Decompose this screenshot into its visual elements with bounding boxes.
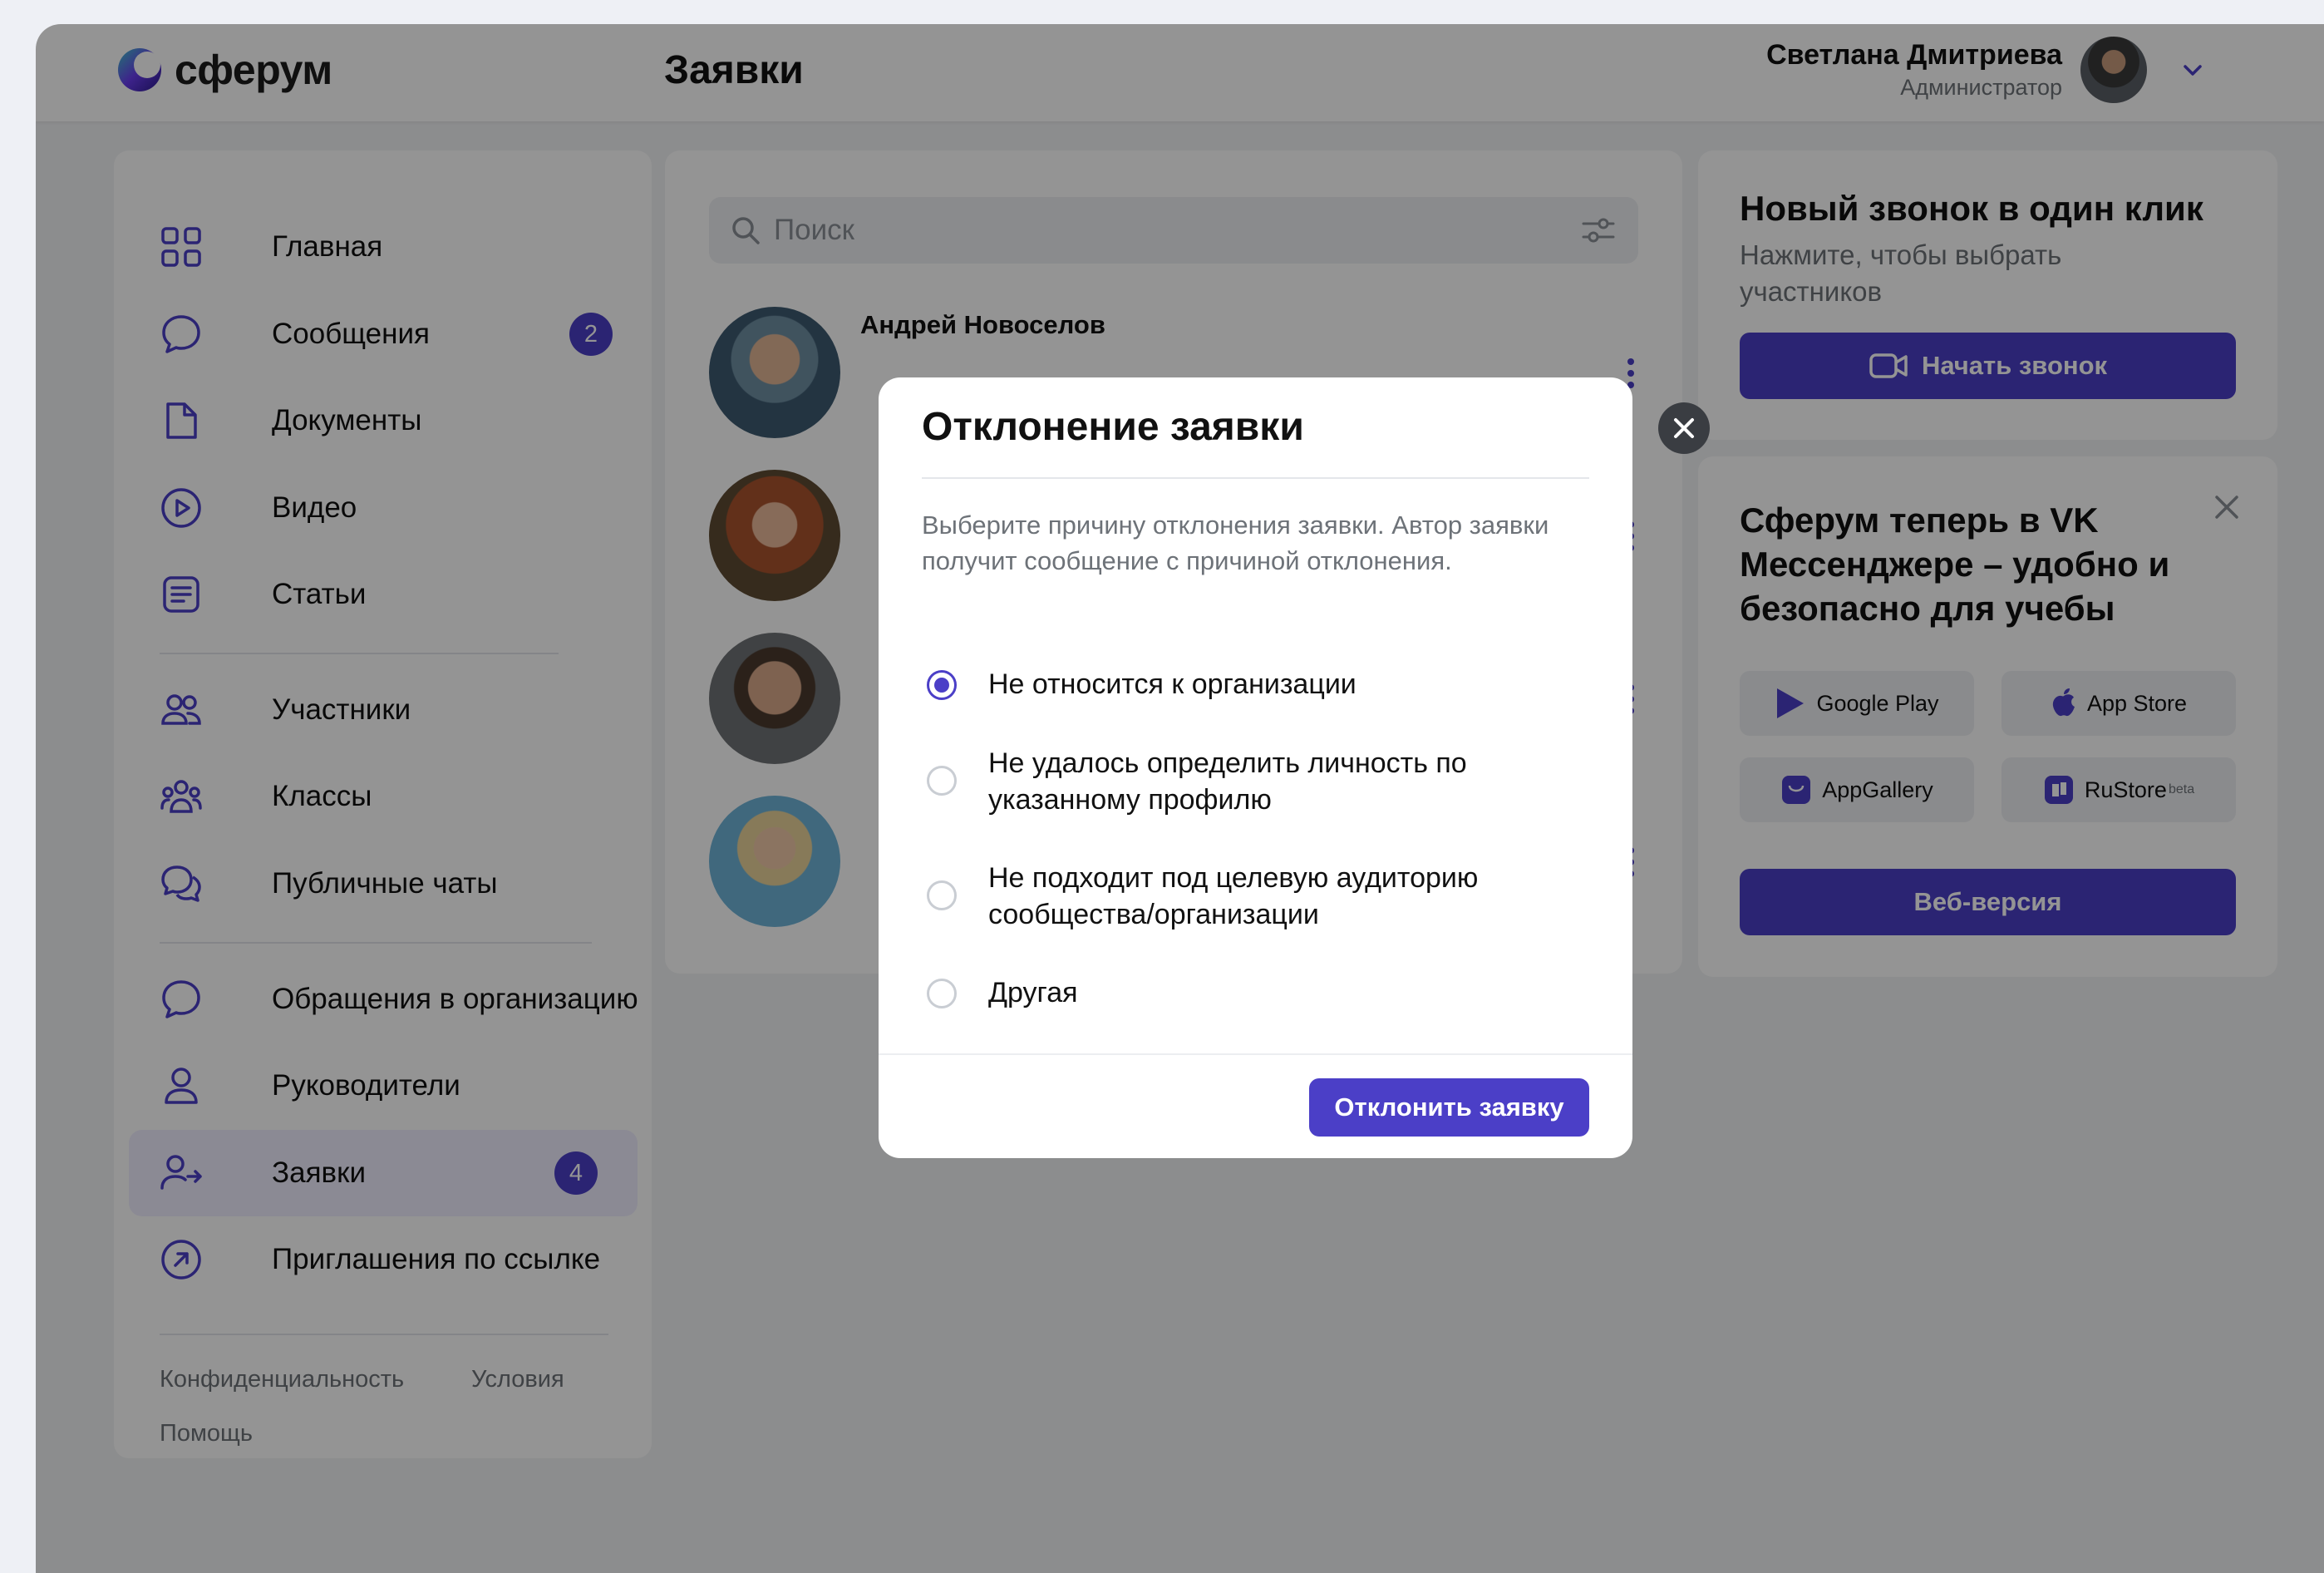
dialog-close-button[interactable] xyxy=(1658,402,1710,454)
reason-option-identity[interactable]: Не удалось определить личность по указан… xyxy=(922,743,1587,818)
radio-unchecked[interactable] xyxy=(927,766,957,796)
reason-label: Другая xyxy=(988,977,1078,1008)
divider xyxy=(922,477,1589,479)
reject-request-dialog: Отклонение заявки Выберите причину откло… xyxy=(879,377,1632,1158)
reason-label: Не удалось определить личность по указан… xyxy=(988,747,1467,816)
radio-checked[interactable] xyxy=(927,670,957,700)
radio-unchecked[interactable] xyxy=(927,880,957,910)
dialog-description: Выберите причину отклонения заявки. Авто… xyxy=(922,510,1549,575)
reason-option-audience[interactable]: Не подходит под целевую аудиторию сообще… xyxy=(922,858,1587,933)
reason-option-other[interactable]: Другая xyxy=(922,973,1587,1014)
radio-unchecked[interactable] xyxy=(927,979,957,1008)
dialog-title: Отклонение заявки xyxy=(922,405,1304,449)
divider xyxy=(879,1053,1632,1055)
reason-label: Не относится к организации xyxy=(988,668,1356,700)
reason-label: Не подходит под целевую аудиторию сообще… xyxy=(988,862,1479,930)
reason-option-not-org[interactable]: Не относится к организации xyxy=(922,664,1587,706)
close-icon xyxy=(1674,418,1694,438)
app-window: сферум Заявки Светлана Дмитриева Админис… xyxy=(36,24,2324,1573)
reject-request-button[interactable]: Отклонить заявку xyxy=(1309,1078,1589,1137)
